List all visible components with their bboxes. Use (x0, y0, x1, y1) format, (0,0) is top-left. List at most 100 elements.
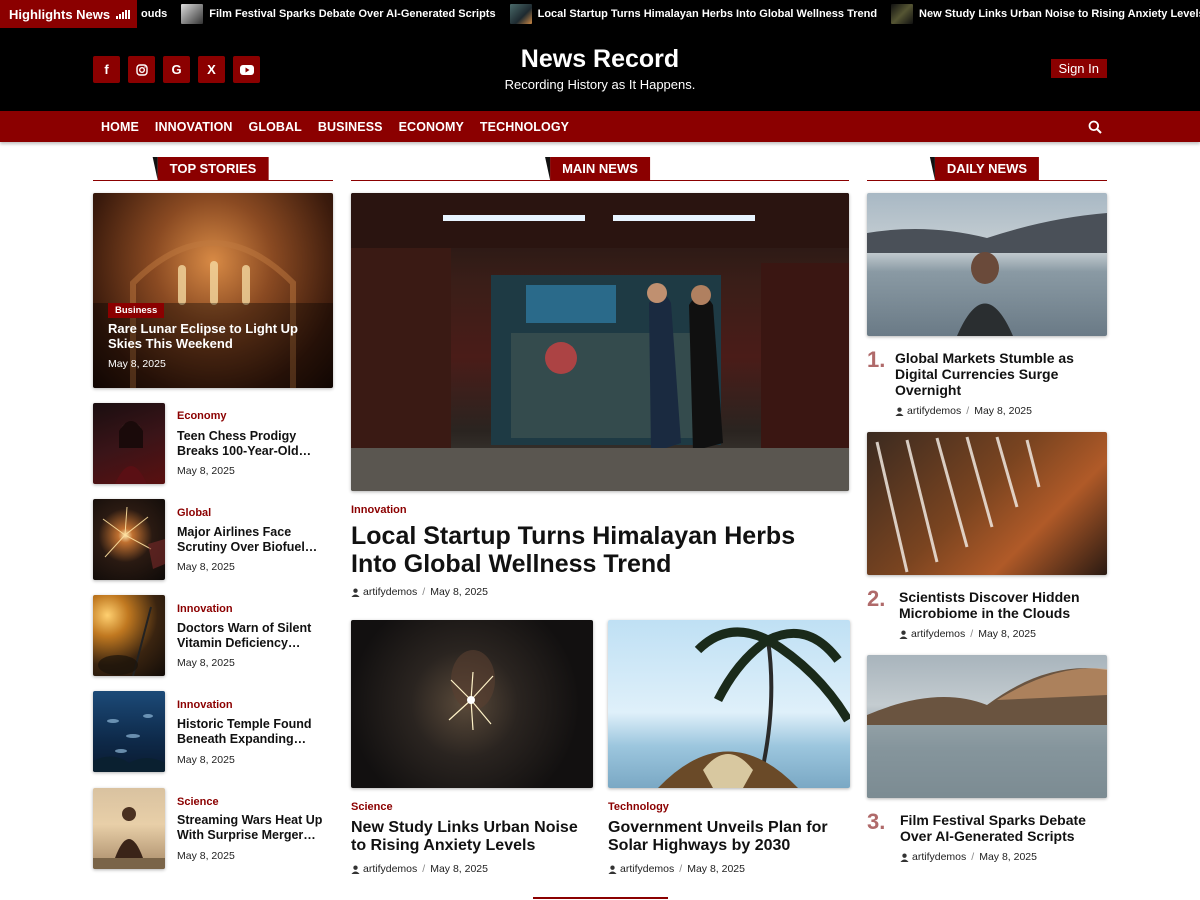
sub-news-category[interactable]: Science (351, 801, 393, 813)
sub-news-image[interactable] (351, 620, 593, 788)
list-item-date: May 8, 2025 (177, 561, 235, 573)
list-item-date: May 8, 2025 (177, 465, 235, 477)
list-item-thumbnail[interactable] (93, 403, 165, 484)
user-icon (899, 630, 908, 639)
nav-item-business[interactable]: BUSINESS (310, 120, 391, 134)
rank-number: 3. (867, 809, 886, 834)
nav-item-economy[interactable]: ECONOMY (391, 120, 472, 134)
user-icon (608, 865, 617, 874)
user-icon (900, 853, 909, 862)
ticker-item[interactable]: New Study Links Urban Noise to Rising An… (891, 4, 1200, 24)
signal-bars-icon (116, 9, 131, 19)
ticker-label: Highlights News (0, 0, 137, 28)
main-news-label: MAIN NEWS (545, 157, 650, 180)
list-item-category[interactable]: Innovation (177, 699, 233, 711)
post-date: May 8, 2025 (430, 863, 488, 875)
sub-news-title[interactable]: Government Unveils Plan for Solar Highwa… (608, 819, 853, 855)
author-name[interactable]: artifydemos (620, 863, 674, 875)
top-stories-heading: TOP STORIES (93, 157, 333, 181)
ticker-item[interactable]: ouds (141, 8, 167, 20)
list-item-thumbnail[interactable] (93, 788, 165, 869)
top-stories-label: TOP STORIES (152, 157, 269, 180)
list-item-category[interactable]: Innovation (177, 603, 233, 615)
top-story-title[interactable]: Rare Lunar Eclipse to Light Up Skies Thi… (108, 321, 308, 351)
sign-in-button[interactable]: Sign In (1050, 59, 1107, 78)
daily-news-meta: artifydemos / May 8, 2025 (895, 405, 1032, 417)
main-news-meta: artifydemos / May 8, 2025 (351, 586, 488, 598)
sub-news-image[interactable] (608, 620, 850, 788)
daily-news-meta: artifydemos / May 8, 2025 (899, 628, 1036, 640)
list-item-title[interactable]: Major Airlines Face Scrutiny Over Biofue… (177, 525, 325, 554)
daily-news-meta: artifydemos / May 8, 2025 (900, 851, 1037, 863)
user-icon (351, 865, 360, 874)
daily-news-image[interactable] (867, 655, 1107, 798)
list-item-title[interactable]: Doctors Warn of Silent Vitamin Deficienc… (177, 621, 325, 650)
category-badge[interactable]: Business (108, 303, 165, 318)
daily-news-image[interactable] (867, 432, 1107, 575)
top-story-date: May 8, 2025 (108, 358, 166, 370)
rank-number: 1. (867, 347, 886, 372)
list-item-category[interactable]: Global (177, 507, 211, 519)
post-date: May 8, 2025 (979, 851, 1037, 863)
site-branding: News Record Recording History as It Happ… (0, 44, 1200, 92)
sub-news-title[interactable]: New Study Links Urban Noise to Rising An… (351, 819, 596, 855)
ticker-item[interactable]: Film Festival Sparks Debate Over AI-Gene… (181, 4, 496, 24)
main-news-heading: MAIN NEWS (351, 157, 849, 181)
list-item-thumbnail[interactable] (93, 691, 165, 772)
author-name[interactable]: artifydemos (911, 628, 965, 640)
daily-news-heading: DAILY NEWS (867, 157, 1107, 181)
ticker-item-text[interactable]: Film Festival Sparks Debate Over AI-Gene… (209, 8, 495, 20)
daily-news-title[interactable]: Global Markets Stumble as Digital Curren… (895, 350, 1095, 398)
ticker-item-text[interactable]: ouds (141, 8, 167, 20)
post-date: May 8, 2025 (430, 586, 488, 598)
top-story-card[interactable]: Business Rare Lunar Eclipse to Light Up … (93, 193, 333, 388)
list-item-title[interactable]: Historic Temple Found Beneath Expanding… (177, 717, 325, 746)
list-item-title[interactable]: Streaming Wars Heat Up With Surprise Mer… (177, 813, 325, 842)
main-news-category[interactable]: Innovation (351, 504, 407, 516)
ticker-thumbnail (891, 4, 914, 24)
list-item-title[interactable]: Teen Chess Prodigy Breaks 100-Year-Old… (177, 429, 325, 458)
nav-item-home[interactable]: HOME (93, 120, 147, 134)
ticker-thumbnail (509, 4, 532, 24)
user-icon (351, 588, 360, 597)
list-item-date: May 8, 2025 (177, 657, 235, 669)
post-date: May 8, 2025 (974, 405, 1032, 417)
section-divider (533, 897, 668, 899)
post-date: May 8, 2025 (978, 628, 1036, 640)
nav-item-technology[interactable]: TECHNOLOGY (472, 120, 577, 134)
list-item-date: May 8, 2025 (177, 850, 235, 862)
daily-news-image[interactable] (867, 193, 1107, 336)
ticker-item[interactable]: Local Startup Turns Himalayan Herbs Into… (509, 4, 877, 24)
author-name[interactable]: artifydemos (912, 851, 966, 863)
main-news-title[interactable]: Local Startup Turns Himalayan Herbs Into… (351, 522, 841, 578)
sub-news-meta: artifydemos / May 8, 2025 (608, 863, 745, 875)
user-icon (895, 407, 904, 416)
search-icon[interactable] (1088, 120, 1102, 134)
site-tagline: Recording History as It Happens. (504, 77, 696, 92)
main-navigation: HOME INNOVATION GLOBAL BUSINESS ECONOMY … (0, 111, 1200, 142)
daily-news-title[interactable]: Film Festival Sparks Debate Over AI-Gene… (900, 812, 1100, 844)
ticker-thumbnail (181, 4, 204, 24)
sub-news-category[interactable]: Technology (608, 801, 669, 813)
nav-item-global[interactable]: GLOBAL (241, 120, 310, 134)
sub-news-meta: artifydemos / May 8, 2025 (351, 863, 488, 875)
post-date: May 8, 2025 (687, 863, 745, 875)
list-item-thumbnail[interactable] (93, 595, 165, 676)
daily-news-title[interactable]: Scientists Discover Hidden Microbiome in… (899, 589, 1099, 621)
rank-number: 2. (867, 586, 886, 611)
author-name[interactable]: artifydemos (363, 863, 417, 875)
site-title[interactable]: News Record (0, 44, 1200, 74)
list-item-date: May 8, 2025 (177, 754, 235, 766)
nav-item-innovation[interactable]: INNOVATION (147, 120, 241, 134)
ticker-item-text[interactable]: Local Startup Turns Himalayan Herbs Into… (538, 8, 877, 20)
main-news-image[interactable] (351, 193, 849, 491)
highlights-ticker: Highlights News ouds Film Festival Spark… (0, 0, 1200, 28)
daily-news-label: DAILY NEWS (929, 157, 1040, 180)
author-name[interactable]: artifydemos (363, 586, 417, 598)
list-item-thumbnail[interactable] (93, 499, 165, 580)
author-name[interactable]: artifydemos (907, 405, 961, 417)
list-item-category[interactable]: Science (177, 796, 219, 808)
list-item-category[interactable]: Economy (177, 410, 227, 422)
site-header: f G X News Record Recording History as I… (0, 28, 1200, 111)
ticker-item-text[interactable]: New Study Links Urban Noise to Rising An… (919, 8, 1200, 20)
